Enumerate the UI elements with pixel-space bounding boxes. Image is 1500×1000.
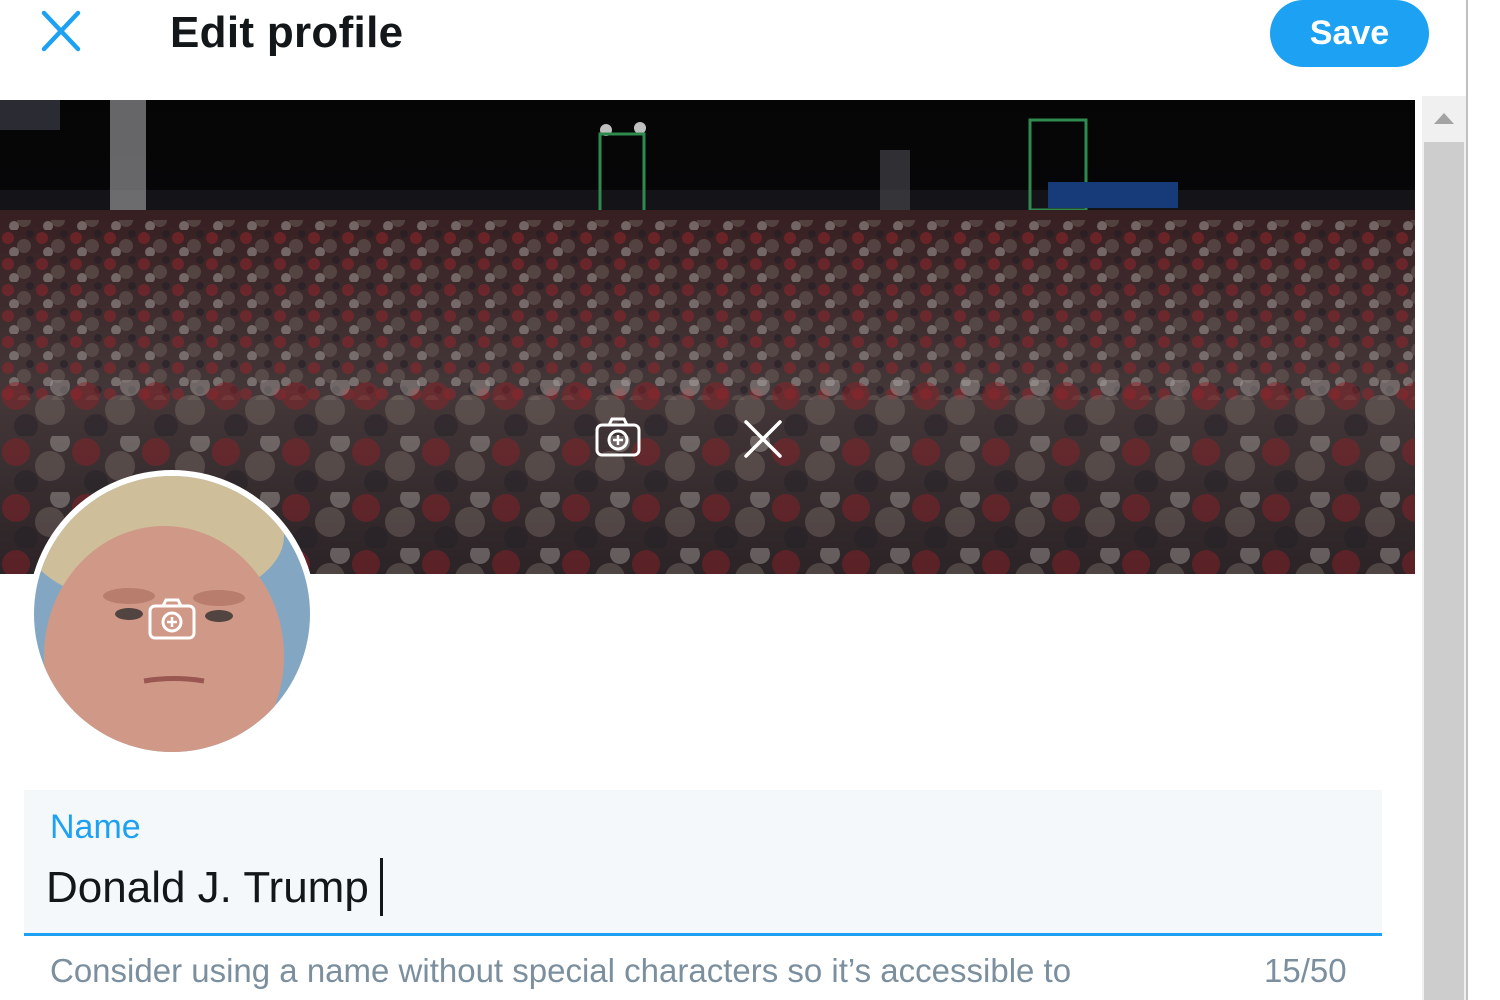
character-counter: 15/50 <box>1264 952 1347 989</box>
close-icon <box>41 10 81 52</box>
close-icon <box>744 420 782 458</box>
close-button[interactable] <box>34 8 90 54</box>
name-field[interactable]: Name <box>24 790 1382 936</box>
name-field-hint: Consider using a name without special ch… <box>50 952 1072 989</box>
text-caret <box>380 858 383 916</box>
window-edge <box>1466 0 1468 1000</box>
scrollbar-thumb[interactable] <box>1424 142 1464 1000</box>
scroll-up-button[interactable] <box>1422 96 1466 140</box>
page-title: Edit profile <box>170 8 404 57</box>
chevron-up-icon <box>1434 113 1454 124</box>
change-header-photo-button[interactable] <box>592 412 644 464</box>
remove-header-photo-button[interactable] <box>738 414 788 464</box>
modal-header: Edit profile Save <box>0 0 1466 96</box>
camera-add-icon <box>595 417 641 457</box>
name-input[interactable] <box>46 856 1346 920</box>
save-button[interactable]: Save <box>1270 0 1429 67</box>
scrollbar[interactable] <box>1422 96 1466 1000</box>
change-avatar-photo-button[interactable] <box>144 592 200 648</box>
camera-add-icon <box>148 598 196 640</box>
name-field-label: Name <box>50 808 141 846</box>
